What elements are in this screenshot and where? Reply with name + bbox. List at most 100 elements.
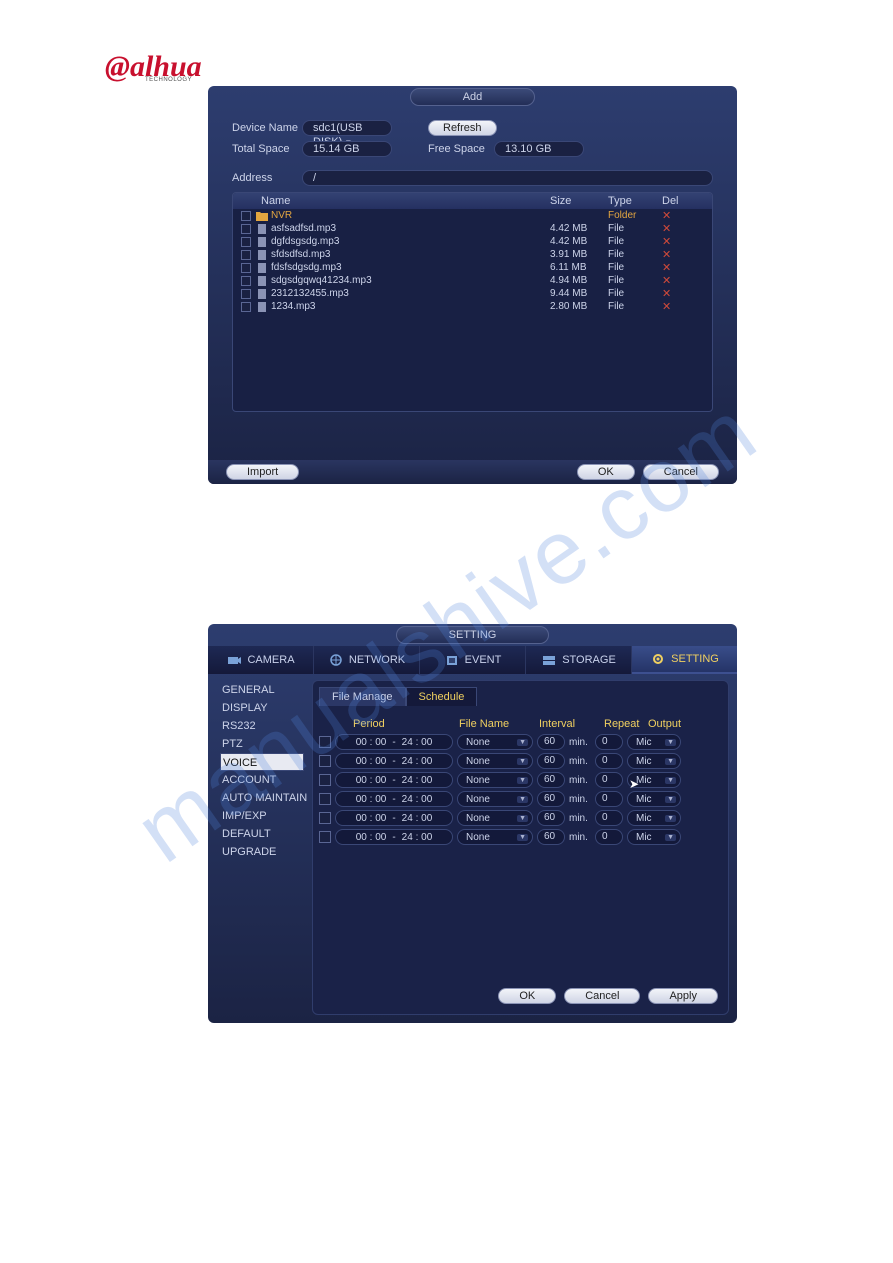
repeat-input[interactable]: 0 [595,791,623,807]
nav-network[interactable]: NETWORK [314,646,420,674]
chevron-down-icon: ▼ [517,834,528,841]
repeat-input[interactable]: 0 [595,810,623,826]
ok-button[interactable]: OK [498,988,556,1004]
sidebar-item-upgrade[interactable]: UPGRADE [220,843,312,861]
file-row[interactable]: 2312132455.mp39.44 MBFile✕ [233,287,712,300]
sidebar-item-account[interactable]: ACCOUNT [220,771,312,789]
sidebar-item-ptz[interactable]: PTZ [220,735,312,753]
chevron-down-icon: ▼ [517,777,528,784]
row-checkbox[interactable] [319,736,331,748]
row-checkbox[interactable] [241,211,251,221]
row-checkbox[interactable] [241,302,251,312]
file-row[interactable]: sfdsdfsd.mp33.91 MBFile✕ [233,248,712,261]
nav-setting[interactable]: SETTING [632,646,737,674]
device-name-select[interactable]: sdc1(USB DISK)▼ [302,120,392,136]
nav-camera[interactable]: CAMERA [208,646,314,674]
file-row[interactable]: dgfdsgsdg.mp34.42 MBFile✕ [233,235,712,248]
file-size: 3.91 MB [550,249,608,260]
delete-icon[interactable]: ✕ [662,261,712,274]
row-checkbox[interactable] [241,224,251,234]
sidebar-item-auto-maintain[interactable]: AUTO MAINTAIN [220,789,312,807]
chevron-down-icon: ▼ [665,739,676,746]
sidebar-item-voice[interactable]: VOICE [220,753,304,771]
output-select[interactable]: Mic▼ [627,810,681,826]
file-name: fdsfsdgsdg.mp3 [271,262,550,273]
period-input[interactable]: 00 : 00-24 : 00 [335,772,453,788]
delete-icon[interactable]: ✕ [662,274,712,287]
row-checkbox[interactable] [241,263,251,273]
row-checkbox[interactable] [319,755,331,767]
file-row[interactable]: 1234.mp32.80 MBFile✕ [233,300,712,313]
interval-input[interactable]: 60 [537,772,565,788]
delete-icon[interactable]: ✕ [662,300,712,313]
output-select[interactable]: Mic▼ [627,734,681,750]
repeat-input[interactable]: 0 [595,734,623,750]
repeat-input[interactable]: 0 [595,753,623,769]
chevron-down-icon: ▼ [665,758,676,765]
interval-input[interactable]: 60 [537,791,565,807]
ok-button[interactable]: OK [577,464,635,480]
row-checkbox[interactable] [241,250,251,260]
refresh-button[interactable]: Refresh [428,120,497,136]
gear-icon [650,652,666,666]
file-size: 9.44 MB [550,288,608,299]
nav-event[interactable]: EVENT [420,646,526,674]
sidebar-item-display[interactable]: DISPLAY [220,699,312,717]
output-select[interactable]: Mic▼ [627,829,681,845]
header-repeat: Repeat [604,718,648,730]
address-input[interactable]: / [302,170,713,186]
schedule-row: 00 : 00-24 : 00None▼60min.0Mic▼ [319,810,722,826]
delete-icon[interactable]: ✕ [662,209,712,222]
filename-select[interactable]: None▼ [457,810,533,826]
file-row[interactable]: NVRFolder✕ [233,209,712,222]
filename-select[interactable]: None▼ [457,734,533,750]
file-row[interactable]: asfsadfsd.mp34.42 MBFile✕ [233,222,712,235]
cursor-icon: ➤ [830,426,842,443]
delete-icon[interactable]: ✕ [662,222,712,235]
apply-button[interactable]: Apply [648,988,718,1004]
period-input[interactable]: 00 : 00-24 : 00 [335,734,453,750]
file-icon [255,237,269,247]
period-input[interactable]: 00 : 00-24 : 00 [335,829,453,845]
file-row[interactable]: sdgsdgqwq41234.mp34.94 MBFile✕ [233,274,712,287]
row-checkbox[interactable] [319,831,331,843]
filename-select[interactable]: None▼ [457,772,533,788]
filename-select[interactable]: None▼ [457,829,533,845]
tab-file-manage[interactable]: File Manage [319,687,406,706]
row-checkbox[interactable] [319,774,331,786]
period-input[interactable]: 00 : 00-24 : 00 [335,810,453,826]
import-button[interactable]: Import [226,464,299,480]
row-checkbox[interactable] [241,276,251,286]
repeat-input[interactable]: 0 [595,829,623,845]
col-del: Del [662,195,712,207]
cancel-button[interactable]: Cancel [564,988,640,1004]
file-row[interactable]: fdsfsdgsdg.mp36.11 MBFile✕ [233,261,712,274]
delete-icon[interactable]: ✕ [662,235,712,248]
tab-schedule[interactable]: Schedule [406,687,478,706]
sidebar-item-general[interactable]: GENERAL [220,681,312,699]
filename-select[interactable]: None▼ [457,753,533,769]
sidebar-item-default[interactable]: DEFAULT [220,825,312,843]
delete-icon[interactable]: ✕ [662,248,712,261]
row-checkbox[interactable] [241,289,251,299]
interval-input[interactable]: 60 [537,810,565,826]
row-checkbox[interactable] [241,237,251,247]
interval-input[interactable]: 60 [537,734,565,750]
interval-input[interactable]: 60 [537,829,565,845]
interval-input[interactable]: 60 [537,753,565,769]
row-checkbox[interactable] [319,793,331,805]
nav-camera-label: CAMERA [247,654,294,666]
cancel-button[interactable]: Cancel [643,464,719,480]
period-input[interactable]: 00 : 00-24 : 00 [335,791,453,807]
output-select[interactable]: Mic▼ [627,753,681,769]
delete-icon[interactable]: ✕ [662,287,712,300]
repeat-input[interactable]: 0 [595,772,623,788]
sidebar-item-rs-[interactable]: RS232 [220,717,312,735]
free-space-label: Free Space [428,143,494,155]
nav-storage[interactable]: STORAGE [526,646,632,674]
filename-select[interactable]: None▼ [457,791,533,807]
row-checkbox[interactable] [319,812,331,824]
period-input[interactable]: 00 : 00-24 : 00 [335,753,453,769]
sidebar-item-imp-exp[interactable]: IMP/EXP [220,807,312,825]
output-select[interactable]: Mic▼ [627,791,681,807]
